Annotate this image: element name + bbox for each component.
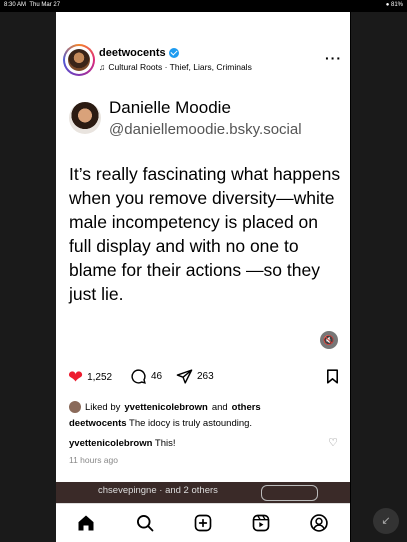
- comment-count: 46: [151, 371, 163, 382]
- post-header: deetwocents ♫ Cultural Roots · Thief, Li…: [56, 42, 350, 82]
- heart-icon[interactable]: ❤: [68, 368, 83, 386]
- more-dots-icon[interactable]: ···: [325, 50, 342, 66]
- system-status-bar: 8:30 AM Thu Mar 27 ● 81%: [0, 0, 407, 12]
- bottom-nav-bar: [56, 503, 350, 542]
- like-count: 1,252: [87, 371, 113, 383]
- muted-speaker-icon[interactable]: 🔇: [320, 331, 338, 349]
- bookmark-icon[interactable]: [327, 369, 338, 384]
- liked-others-link[interactable]: others: [232, 402, 261, 413]
- collapse-arrows-icon[interactable]: ↙: [373, 508, 399, 534]
- poster-username[interactable]: deetwocents: [99, 47, 179, 59]
- like-action[interactable]: ❤ 1,252: [68, 368, 112, 386]
- letterbox-left: [0, 12, 56, 542]
- embedded-post-text: It’s really fascinating what happens whe…: [69, 164, 341, 304]
- music-attribution[interactable]: ♫ Cultural Roots · Thief, Liars, Crimina…: [99, 62, 252, 72]
- share-count: 263: [197, 371, 214, 382]
- embedded-author-handle: @daniellemoodie.bsky.social: [109, 121, 302, 138]
- letterbox-right: [351, 12, 407, 542]
- caption-username[interactable]: deetwocents: [69, 418, 127, 429]
- home-icon[interactable]: [76, 513, 96, 533]
- reels-icon[interactable]: [251, 513, 271, 533]
- post-image[interactable]: Danielle Moodie @daniellemoodie.bsky.soc…: [56, 92, 350, 357]
- post-timestamp: 11 hours ago: [69, 455, 118, 465]
- poster-avatar[interactable]: [63, 44, 95, 76]
- send-icon: [176, 369, 193, 384]
- status-battery: ● 81%: [385, 2, 403, 8]
- liked-by-line[interactable]: Liked by yvettenicolebrown and others: [69, 401, 261, 413]
- liker-avatar: [69, 401, 81, 413]
- comment-username[interactable]: yvettenicolebrown: [69, 438, 152, 449]
- instagram-post-screen: deetwocents ♫ Cultural Roots · Thief, Li…: [56, 12, 350, 542]
- post-caption: deetwocents The idocy is truly astoundin…: [69, 418, 253, 429]
- comment-action[interactable]: 46: [130, 368, 162, 385]
- comment-like-heart-icon[interactable]: ♡: [328, 436, 338, 449]
- next-post-header: chsevepingne · and 2 others: [98, 485, 218, 496]
- comment-bubble-icon: [131, 369, 146, 384]
- embedded-author-avatar: [69, 102, 101, 134]
- share-action[interactable]: 263: [176, 368, 214, 385]
- verified-badge-icon: [168, 48, 179, 58]
- status-time-date: 8:30 AM Thu Mar 27: [4, 2, 61, 8]
- post-actions-bar: ❤ 1,252 46 263: [56, 367, 350, 387]
- next-post-follow-button[interactable]: [261, 485, 318, 501]
- search-icon[interactable]: [135, 513, 155, 533]
- create-post-icon[interactable]: [193, 513, 213, 533]
- wifi-icon: ●: [385, 2, 390, 8]
- top-comment: yvettenicolebrown This!: [69, 438, 176, 449]
- liker-username[interactable]: yvettenicolebrown: [124, 402, 207, 413]
- embedded-author-name: Danielle Moodie: [109, 98, 231, 117]
- music-note-icon: ♫: [99, 62, 106, 72]
- profile-icon[interactable]: [309, 513, 329, 533]
